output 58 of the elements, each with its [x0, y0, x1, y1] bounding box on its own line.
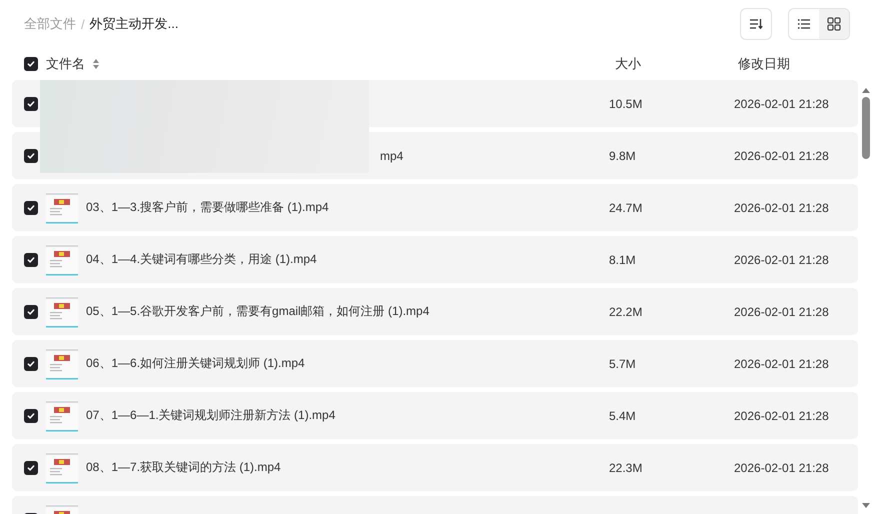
- file-name: 04、1—4.关键词有哪些分类，用途 (1).mp4: [86, 251, 317, 268]
- checkbox[interactable]: [24, 96, 38, 110]
- modified-date: 2026-02-01 21:28: [734, 460, 830, 474]
- breadcrumb-item[interactable]: 外贸主动开发...: [90, 15, 178, 33]
- file-size: 5.7M: [609, 356, 637, 370]
- file-name: mp4: [380, 148, 404, 162]
- file-name: 05、1—5.谷歌开发客户前，需要有gmail邮箱，如何注册 (1).mp4: [86, 303, 430, 320]
- file-row[interactable]: 05、1—5.谷歌开发客户前，需要有gmail邮箱，如何注册 (1).mp4 22.2M 2026-02-01 21:28: [12, 288, 858, 335]
- file-row[interactable]: 03、1—3.搜客户前，需要做哪些准备 (1).mp4 24.7M 2026-02-01 21:28: [12, 184, 858, 231]
- sort-icon: [749, 18, 763, 30]
- video-thumbnail: [46, 348, 78, 380]
- checkbox[interactable]: [24, 408, 38, 422]
- file-row[interactable]: 08、1—7.获取关键词的方法 (1).mp4 22.3M 2026-02-01 21:28: [12, 444, 858, 491]
- file-size: 22.2M: [609, 304, 644, 318]
- video-thumbnail: [46, 192, 78, 224]
- file-row[interactable]: 06、1—6.如何注册关键词规划师 (1).mp4 5.7M 2026-02-01 21:28: [12, 340, 858, 387]
- scroll-down-icon[interactable]: [862, 503, 870, 508]
- file-row[interactable]: 04、1—4.关键词有哪些分类，用途 (1).mp4 8.1M 2026-02-01 21:28: [12, 236, 858, 283]
- file-size: 24.7M: [609, 200, 644, 214]
- file-name: 08、1—7.获取关键词的方法 (1).mp4: [86, 459, 281, 476]
- file-name: 03、1—3.搜客户前，需要做哪些准备 (1).mp4: [86, 199, 329, 216]
- video-thumbnail: [46, 400, 78, 432]
- file-name: 07、1—6—1.关键词规划师注册新方法 (1).mp4: [86, 407, 336, 424]
- modified-date: 2026-02-01 21:28: [734, 304, 830, 318]
- grid-icon: [827, 17, 841, 31]
- modified-date: 2026-02-01 21:28: [734, 96, 830, 110]
- sort-arrows-icon[interactable]: [93, 59, 99, 69]
- video-thumbnail: [46, 452, 78, 484]
- scrollbar-thumb[interactable]: [862, 97, 870, 159]
- file-size: 9.8M: [609, 148, 637, 162]
- video-thumbnail: [46, 244, 78, 276]
- list-view-button[interactable]: [789, 9, 819, 39]
- breadcrumb-separator: /: [81, 16, 85, 32]
- column-header[interactable]: 大小: [612, 55, 738, 73]
- checkbox[interactable]: [24, 148, 38, 162]
- scroll-up-icon[interactable]: [862, 88, 870, 93]
- checkbox[interactable]: [24, 252, 38, 266]
- checkbox[interactable]: [24, 200, 38, 214]
- modified-date: 2026-02-01 21:28: [734, 252, 830, 266]
- checkbox[interactable]: [24, 356, 38, 370]
- file-row[interactable]: 07、1—6—1.关键词规划师注册新方法 (1).mp4 5.4M 2026-02-01 21:28: [12, 392, 858, 439]
- file-size: 8.1M: [609, 252, 637, 266]
- column-header[interactable]: 修改日期: [738, 55, 874, 73]
- file-name: 06、1—6.如何注册关键词规划师 (1).mp4: [86, 355, 305, 372]
- modified-date: 2026-02-01 21:28: [734, 356, 830, 370]
- checkbox[interactable]: [24, 304, 38, 318]
- video-thumbnail: [46, 296, 78, 328]
- list-icon: [797, 18, 811, 30]
- column-header[interactable]: 文件名: [46, 55, 85, 73]
- checkbox[interactable]: [24, 460, 38, 474]
- modified-date: 2026-02-01 21:28: [734, 200, 830, 214]
- checkbox[interactable]: [24, 57, 38, 71]
- file-size: 10.5M: [609, 96, 644, 110]
- file-size: 22.3M: [609, 460, 644, 474]
- sort-button[interactable]: [740, 8, 772, 40]
- file-size: 5.4M: [609, 408, 637, 422]
- modified-date: 2026-02-01 21:28: [734, 148, 830, 162]
- modified-date: 2026-02-01 21:28: [734, 408, 830, 422]
